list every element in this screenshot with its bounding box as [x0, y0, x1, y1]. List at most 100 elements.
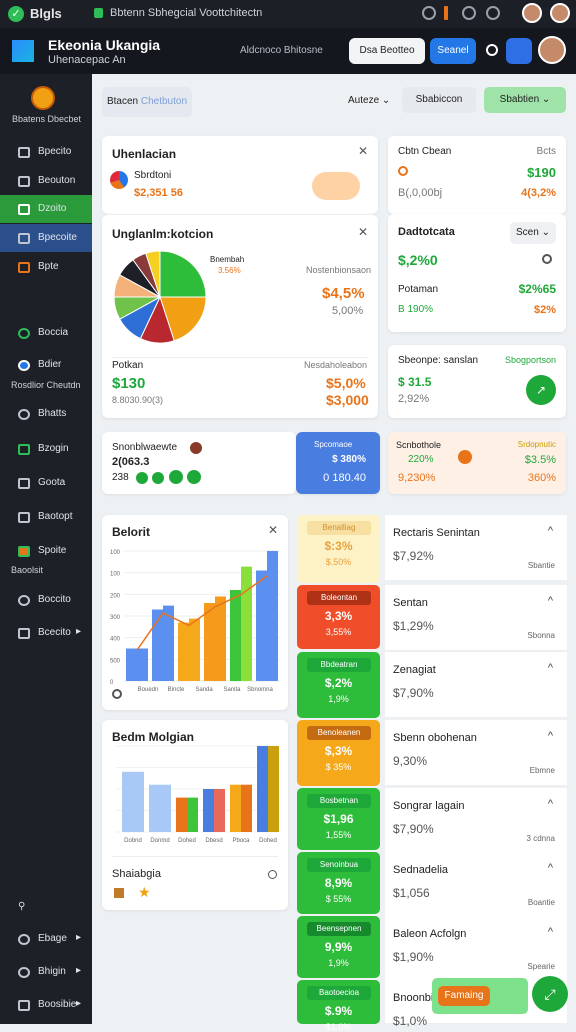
menu-icon[interactable] — [506, 38, 532, 64]
stat-card[interactable]: Beensepnen 9,9% 1,9% — [297, 916, 380, 978]
avatar-secondary[interactable] — [550, 3, 570, 23]
sidebar-item-label: Bhigin — [38, 966, 66, 977]
sidebar-item[interactable]: Bcecito ▸ — [0, 619, 92, 647]
legend-icon — [112, 689, 122, 699]
card-value: $,2%0 — [398, 252, 438, 268]
floating-button[interactable]: Famaing — [438, 986, 490, 1006]
chevron-up-icon[interactable]: ^ — [548, 595, 553, 607]
info-icon[interactable] — [268, 870, 277, 879]
primary-button[interactable]: Dsa Beotteo — [349, 38, 425, 64]
scan-dropdown[interactable]: Scen ⌄ — [510, 222, 556, 244]
x-tick-label: Donmd — [150, 838, 169, 844]
card-sub: Nostenbionsaon — [306, 265, 372, 275]
chevron-up-icon[interactable]: ^ — [548, 662, 553, 674]
sidebar-item[interactable]: Boccito — [0, 586, 92, 614]
chevron-right-icon: ▸ — [76, 626, 82, 637]
tab-overview[interactable]: Btacen — [107, 96, 138, 107]
green-button-label: Sbabtien — [499, 94, 540, 105]
sidebar-item[interactable]: Bdier — [0, 351, 92, 379]
stat-label: Bbdeatran — [307, 658, 371, 672]
settings-icon[interactable] — [422, 6, 436, 20]
sidebar-item[interactable]: Spoite — [0, 537, 92, 565]
tab-details[interactable]: Chetbuton — [141, 96, 187, 107]
chevron-up-icon[interactable]: ^ — [548, 798, 553, 810]
chevron-up-icon[interactable]: ^ — [548, 926, 553, 938]
close-icon[interactable]: ✕ — [358, 225, 368, 239]
list-item[interactable]: Sentan $1,29% Sbonna ^ — [385, 585, 567, 651]
bar-chart-2: Dobnd Donmd Dohed Dbesd Pboca Dohed — [116, 745, 279, 844]
sidebar-item[interactable]: Bpecito — [0, 138, 92, 166]
sidebar-item[interactable]: Goota — [0, 469, 92, 497]
search-icon[interactable] — [486, 44, 498, 56]
chevron-up-icon[interactable]: ^ — [548, 525, 553, 537]
bar — [176, 797, 187, 832]
refresh-icon[interactable] — [542, 254, 552, 264]
clock-icon[interactable] — [462, 6, 476, 20]
sidebar-item[interactable]: Ebage ▸ — [0, 925, 92, 953]
list-item[interactable]: Sbenn obohenan 9,30% Ebmne ^ — [385, 720, 567, 786]
sidebar-item[interactable]: Bpte — [0, 253, 92, 281]
box-icon — [18, 512, 30, 523]
banner-sub-2: 238 — [112, 472, 129, 483]
green-dropdown-button[interactable]: Sbabtien ⌄ — [484, 87, 566, 113]
sidebar-item[interactable]: Bhatts — [0, 400, 92, 428]
card-title: Uhenlacian — [112, 147, 177, 161]
sidebar-item-label: Spoite — [38, 545, 67, 556]
stat-card[interactable]: Benoleanen $,3% $ 35% — [297, 720, 380, 786]
sidebar-item[interactable]: Beouton — [0, 167, 92, 195]
pie-chart — [113, 250, 207, 344]
sidebar-item[interactable]: Boosibie ▸ — [0, 991, 92, 1019]
stat-sub: 1,9% — [328, 694, 349, 704]
settings-icon — [18, 1000, 30, 1011]
user-avatar[interactable] — [538, 36, 566, 64]
close-icon[interactable]: ✕ — [358, 144, 368, 158]
action-button[interactable]: Seanel — [430, 38, 476, 64]
list-item[interactable]: Rectaris Senintan $7,92% Sbantie ^ — [385, 515, 567, 581]
sidebar-item-selected[interactable]: Bpecoite — [0, 224, 92, 252]
secondary-button[interactable]: Sbabiccon — [402, 87, 476, 113]
fab-icon[interactable]: ⤢ — [532, 976, 568, 1012]
filter-dropdown[interactable]: Auteze ⌄ — [348, 95, 390, 106]
sidebar-item-active[interactable]: Dzoito — [0, 195, 92, 223]
stat-card[interactable]: Senoinbua 8,9% $ 55% — [297, 852, 380, 914]
list-item-meta: Sbonna — [527, 631, 555, 640]
alert-icon[interactable] — [444, 6, 448, 20]
small-percent: 5,00% — [332, 305, 364, 317]
stat-card[interactable]: Baotoecioa $.9% $1.0% — [297, 980, 380, 1032]
stat-label: Benalliag — [307, 521, 371, 535]
chevron-down-icon: ⌄ — [381, 95, 391, 106]
stat-card[interactable]: Boleontan 3,3% 3,55% — [297, 585, 380, 649]
sidebar-item[interactable]: ⚲Ebage — [0, 892, 92, 920]
list-item[interactable]: Songrar lagain $7,90% 3 cdnna ^ — [385, 788, 567, 854]
dot-indicators — [136, 470, 202, 484]
sidebar-item[interactable]: Bzogin — [0, 435, 92, 463]
stat-card[interactable]: Benalliag $:3% $.50% — [297, 515, 380, 583]
legend-value: 3.56% — [218, 266, 241, 275]
sidebar-item[interactable]: Baotopt — [0, 503, 92, 531]
app-header: Ekeonia Ukangia Uhenacepac An Aldcnoco B… — [0, 28, 576, 74]
brand-logo-icon — [31, 86, 55, 110]
x-tick-label: Dbesd — [205, 838, 222, 844]
trend-icon[interactable]: ↗ — [526, 375, 556, 405]
bar — [214, 789, 225, 832]
chevron-up-icon[interactable]: ^ — [548, 862, 553, 874]
sidebar-item[interactable]: Boccia — [0, 319, 92, 347]
list-item-value: $1,056 — [393, 886, 430, 900]
peach-sub-right: 360% — [527, 472, 556, 484]
avatar[interactable] — [522, 3, 542, 23]
chevron-up-icon[interactable]: ^ — [548, 730, 553, 742]
tab-group[interactable]: Btacen Chetbuton — [102, 87, 192, 117]
url-text[interactable]: Bbtenn Sbhegcial Voottchitectn — [110, 7, 262, 19]
list-item[interactable]: Zenagiat $7,90% ^ — [385, 652, 567, 718]
data-card: Dadtotcata Scen ⌄ $,2%0 Potaman $2%65 B … — [388, 214, 566, 332]
share-icon[interactable] — [486, 6, 500, 20]
list-item[interactable]: Sednadelia $1,056 Boantie ^ — [385, 852, 567, 918]
stat-value: 3,3% — [324, 609, 353, 623]
stat-card[interactable]: Bosbetnan $1,96 1,55% — [297, 788, 380, 850]
stat-card[interactable]: Bbdeatran $,2% 1,9% — [297, 652, 380, 718]
list-item[interactable]: Baleon Acfolgn $1,90% Spearie ^ — [385, 916, 567, 982]
sidebar-item[interactable]: Bhigin ▸ — [0, 958, 92, 986]
doc-icon — [18, 147, 30, 158]
meta-label-right: Nesdaholeabon — [304, 360, 368, 370]
list-item-value: $1,29% — [393, 619, 434, 633]
